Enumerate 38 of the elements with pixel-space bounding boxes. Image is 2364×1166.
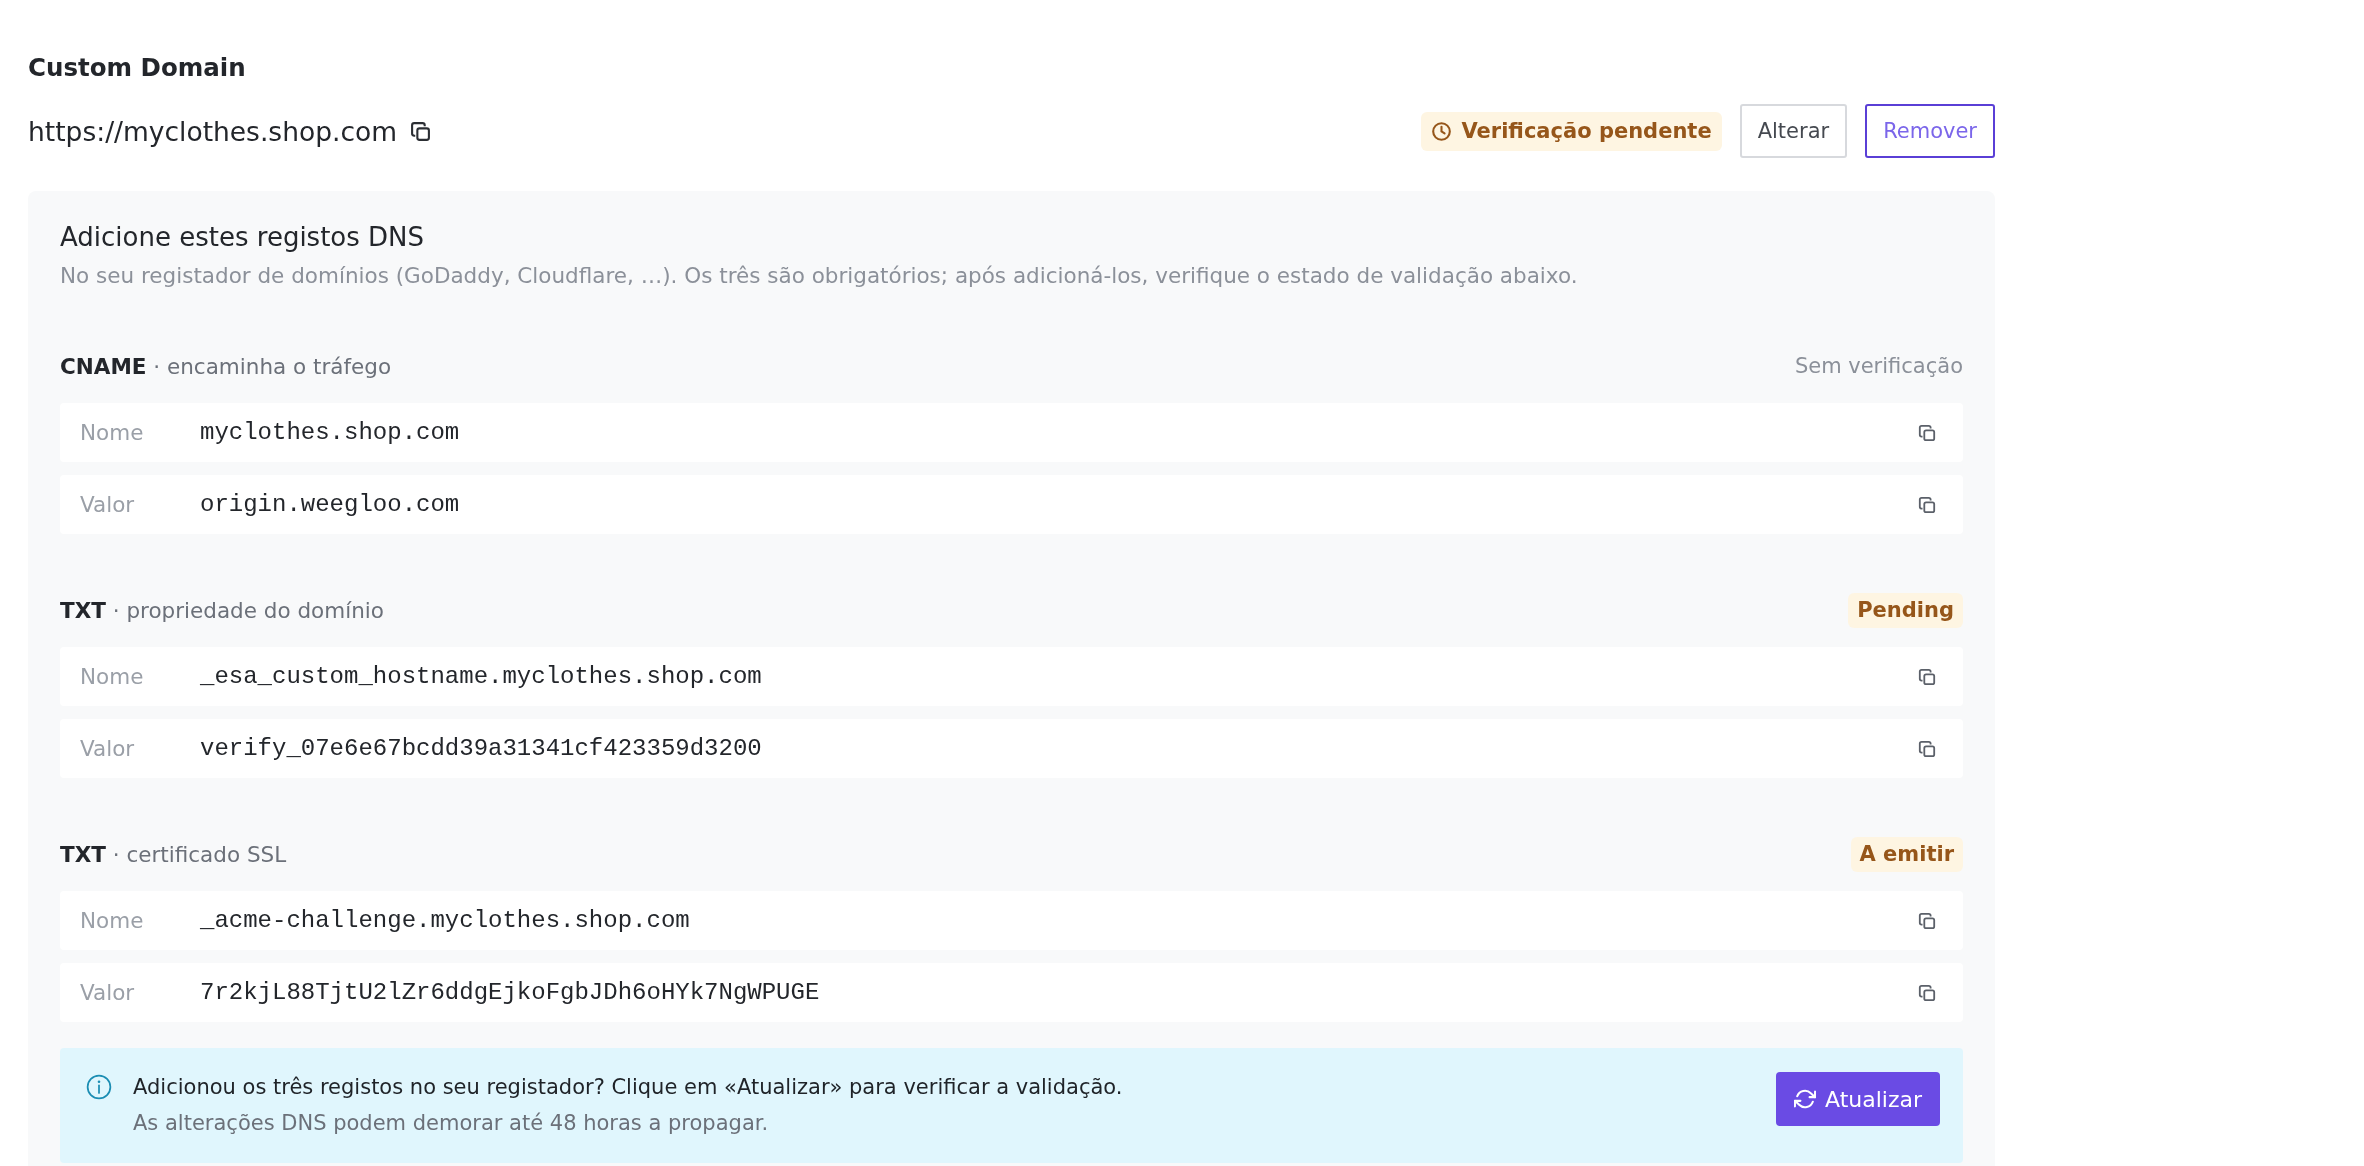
status-badge: A emitir — [1850, 836, 1963, 872]
record-heading: TXT · propriedade do domínio — [60, 597, 384, 623]
copy-icon[interactable] — [1918, 495, 1936, 514]
field-value: myclothes.shop.com — [200, 419, 461, 446]
field-value: _acme-challenge.myclothes.shop.com — [200, 907, 691, 934]
field-label: Valor — [80, 980, 136, 1005]
field-value: verify_07e6e67bcdd39a31341cf423359d3200 — [200, 735, 763, 762]
notice-message: Adicionou os três registos no seu registador? Clique em «Atualizar» para verificar a validação. — [133, 1074, 1124, 1101]
remove-button[interactable]: Remover — [1865, 104, 1995, 158]
field-value: _esa_custom_hostname.myclothes.shop.com — [200, 663, 763, 690]
section-title: Custom Domain — [28, 52, 247, 84]
status-text: Sem verificação — [1794, 354, 1963, 378]
record-heading: CNAME · encaminha o tráfego — [60, 353, 392, 379]
field-label: Nome — [80, 664, 145, 689]
copy-icon[interactable] — [1918, 911, 1936, 930]
info-icon — [86, 1074, 112, 1100]
clock-icon — [1431, 120, 1453, 142]
panel-title: Adicione estes registos DNS — [60, 221, 426, 254]
change-button[interactable]: Alterar — [1739, 104, 1848, 158]
status-badge: Pending — [1848, 592, 1963, 628]
panel-description: No seu registador de domínios (GoDaddy, Cloudflare, …). Os três são obrigatórios; após adicioná-los, verifique o estado de validação abaixo. — [60, 262, 1579, 290]
domain-url: https://myclothes.shop.com — [28, 115, 397, 147]
copy-icon[interactable] — [410, 120, 431, 142]
status-label: Verificação pendente — [1461, 119, 1712, 143]
copy-icon[interactable] — [1918, 739, 1936, 758]
field-label: Nome — [80, 908, 145, 933]
field-value: origin.weegloo.com — [200, 491, 461, 518]
field-label: Valor — [80, 492, 136, 517]
copy-icon[interactable] — [1918, 423, 1936, 442]
record-heading: TXT · certificado SSL — [60, 841, 287, 867]
copy-icon[interactable] — [1918, 983, 1936, 1002]
field-value: 7r2kjL88TjtU2lZr6ddgEjkoFgbJDh6oHYk7NgWPUGE — [200, 979, 821, 1006]
refresh-button[interactable]: Atualizar — [1776, 1072, 1940, 1126]
notice-note: As alterações DNS podem demorar até 48 horas a propagar. — [133, 1110, 770, 1137]
copy-icon[interactable] — [1918, 667, 1936, 686]
field-label: Valor — [80, 736, 136, 761]
field-label: Nome — [80, 420, 145, 445]
refresh-icon — [1794, 1088, 1816, 1110]
